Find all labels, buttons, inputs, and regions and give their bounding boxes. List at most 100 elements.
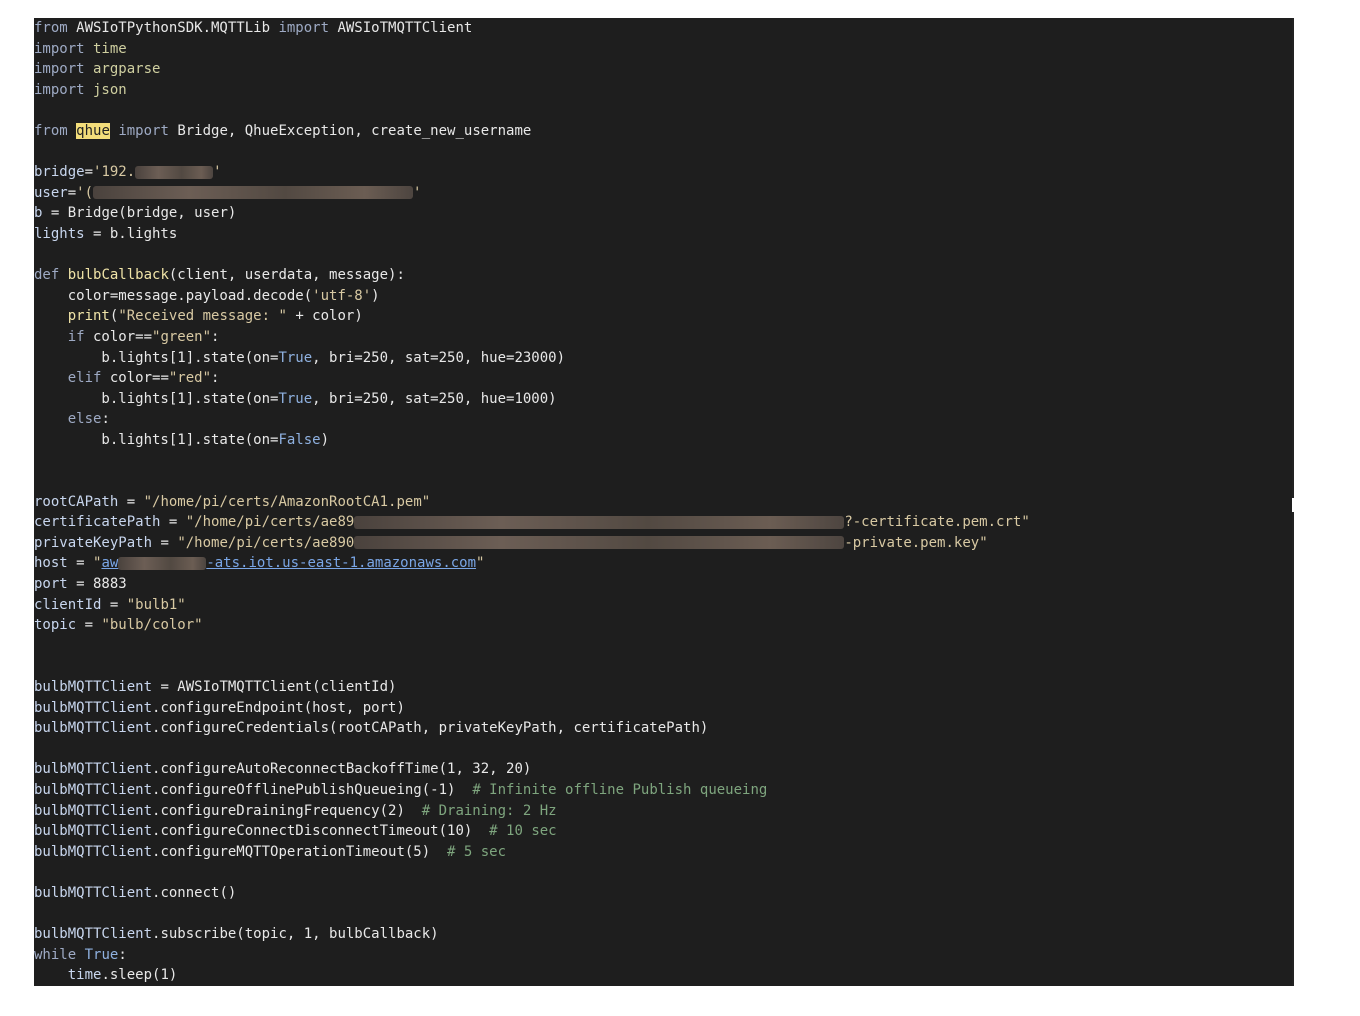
code-token: bulbCallback xyxy=(59,267,169,284)
code-token: import xyxy=(34,61,85,78)
code-token: .connect() xyxy=(152,884,237,901)
code-token: "/home/pi/certs/ae89 xyxy=(185,514,355,531)
code-token: 'utf-8' xyxy=(312,287,372,304)
code-token: .subscribe(topic, 1, bulbCallback) xyxy=(152,926,439,943)
code-token: host xyxy=(34,555,68,572)
code-line: certificatePath = "/home/pi/certs/ae89 ?-… xyxy=(34,512,1292,533)
code-token: False xyxy=(278,431,321,448)
code-token: clientId xyxy=(34,596,102,613)
code-line: bulbMQTTClient.connect() xyxy=(34,883,1292,904)
code-token: True xyxy=(76,946,119,963)
code-line: bulbMQTTClient = AWSIoTMQTTClient(client… xyxy=(34,677,1292,698)
code-token: time xyxy=(84,40,127,57)
code-token: bulbMQTTClient xyxy=(34,679,153,695)
code-line: if color=="green": xyxy=(34,327,1292,348)
window-edge-top xyxy=(1292,18,1294,498)
code-line: b.lights[1].state(on=False) xyxy=(34,430,1292,451)
code-token: : xyxy=(101,411,110,428)
code-token: import xyxy=(118,122,169,139)
code-line: lights = b.lights xyxy=(34,224,1292,245)
code-token: = xyxy=(67,184,77,201)
code-token: color== xyxy=(101,370,169,387)
code-line: bulbMQTTClient.configureCredentials(root… xyxy=(34,718,1292,739)
code-token: True xyxy=(278,349,313,366)
code-token: = xyxy=(84,164,94,181)
code-token: certificatePath xyxy=(34,514,161,531)
code-token: b.lights[1].state(on= xyxy=(34,431,279,448)
code-token: # Draining: 2 Hz xyxy=(421,802,557,819)
code-token: : xyxy=(118,946,127,963)
code-line: bridge='192. ' xyxy=(34,162,1292,183)
code-line: bulbMQTTClient.configureOfflinePublishQu… xyxy=(34,780,1292,801)
window-edge-bottom xyxy=(1292,512,1294,986)
code-token: ) xyxy=(371,287,380,304)
code-token: Bridge, QhueException, create_new_userna… xyxy=(168,122,532,139)
code-token: bulbMQTTClient xyxy=(34,843,153,860)
code-line: color=message.payload.decode('utf-8') xyxy=(34,286,1292,307)
code-token: while xyxy=(34,946,77,963)
redacted-region xyxy=(93,186,414,200)
code-token: ) xyxy=(320,431,330,448)
code-token: "green" xyxy=(152,328,212,345)
code-token: = b.lights xyxy=(84,225,178,242)
code-token: True xyxy=(278,390,313,407)
code-token: = xyxy=(76,617,102,634)
code-token: .configureAutoReconnectBackoffTime(1, 32… xyxy=(152,761,532,778)
code-token: ?-certificate.pem.crt" xyxy=(844,514,1030,531)
code-token: bridge xyxy=(34,164,85,181)
code-line: bulbMQTTClient.configureAutoReconnectBac… xyxy=(34,759,1292,780)
code-link[interactable]: aw xyxy=(101,555,118,571)
code-token: .configureConnectDisconnectTimeout(10) xyxy=(152,823,490,840)
code-line: while True: xyxy=(34,945,1292,966)
code-line: import json xyxy=(34,80,1292,101)
code-token: .configureEndpoint(host, port) xyxy=(152,699,405,716)
code-token: else xyxy=(67,411,102,428)
code-line: bulbMQTTClient.configureMQTTOperationTim… xyxy=(34,842,1292,863)
code-token: elif xyxy=(67,370,102,387)
code-token: .configureMQTTOperationTimeout(5) xyxy=(152,843,448,860)
redacted-region xyxy=(354,515,845,529)
code-token: bulbMQTTClient xyxy=(34,926,153,943)
code-token: : xyxy=(211,328,220,345)
code-token: = xyxy=(67,555,94,572)
code-token: lights xyxy=(34,225,85,242)
code-token: topic xyxy=(34,617,77,634)
code-token: # 10 sec xyxy=(489,823,557,840)
code-line: host = " aw -ats.iot.us-east-1.amazonaws.c… xyxy=(34,553,1292,574)
code-line: time.sleep(1) xyxy=(34,965,1292,986)
code-token: = xyxy=(118,493,144,510)
code-line: bulbMQTTClient.configureEndpoint(host, p… xyxy=(34,698,1292,719)
code-line: privateKeyPath = "/home/pi/certs/ae890 -p… xyxy=(34,533,1292,554)
code-editor[interactable]: from AWSIoTPythonSDK.MQTTLib import AWSI… xyxy=(34,18,1292,986)
code-line: rootCAPath = "/home/pi/certs/AmazonRootC… xyxy=(34,492,1292,513)
code-line: b.lights[1].state(on=True, bri=250, sat=… xyxy=(34,389,1292,410)
code-token: privateKeyPath xyxy=(34,534,153,551)
code-token: bulbMQTTClient xyxy=(34,699,153,716)
code-token: color=message.payload.decode( xyxy=(34,287,313,304)
code-token: (client, userdata, message): xyxy=(168,267,405,284)
code-line: from AWSIoTPythonSDK.MQTTLib import AWSI… xyxy=(34,18,1292,39)
code-line: user='(' xyxy=(34,183,1292,204)
code-line: import argparse xyxy=(34,59,1292,80)
code-link[interactable]: -ats.iot.us-east-1.amazonaws.com xyxy=(206,555,476,571)
code-token: port xyxy=(34,576,68,593)
code-token: AWSIoTPythonSDK.MQTTLib xyxy=(67,20,279,36)
code-token: user xyxy=(34,184,68,201)
code-line: b.lights[1].state(on=True, bri=250, sat=… xyxy=(34,348,1292,369)
code-token: bulbMQTTClient xyxy=(34,720,153,737)
code-token: rootCAPath xyxy=(34,493,119,510)
code-token: bulbMQTTClient xyxy=(34,823,153,840)
code-token: " xyxy=(476,555,485,572)
code-line: elif color=="red": xyxy=(34,368,1292,389)
code-token: '192. xyxy=(93,164,136,181)
code-token: = AWSIoTMQTTClient(clientId) xyxy=(152,679,397,695)
